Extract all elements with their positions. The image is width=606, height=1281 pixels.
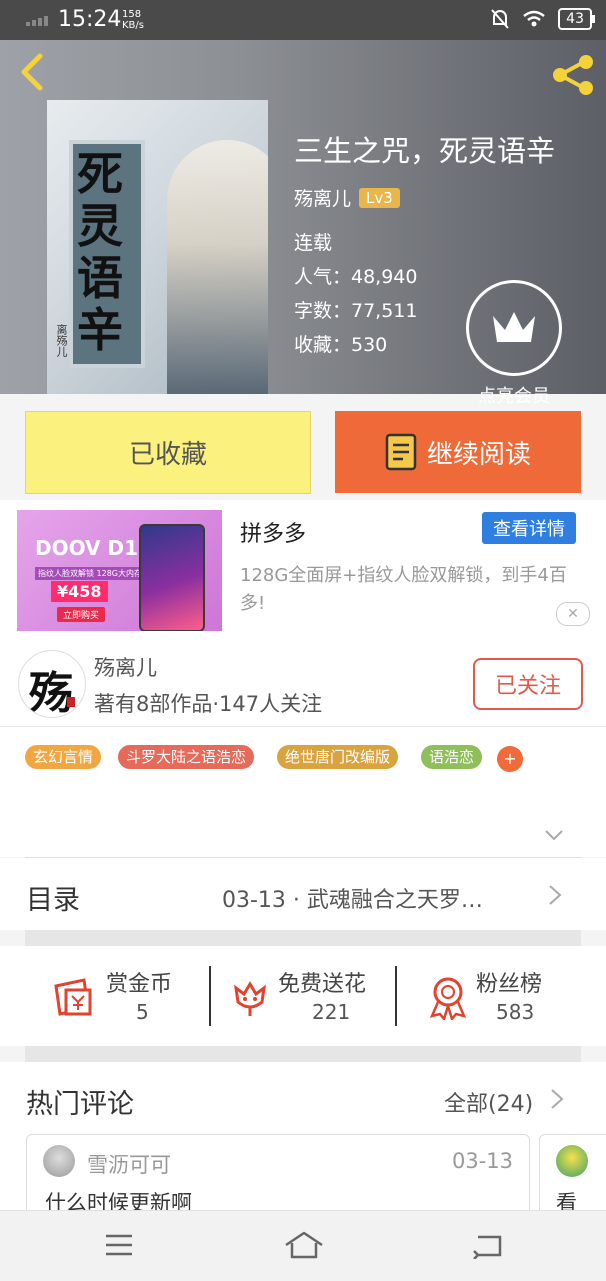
back-nav-icon[interactable] [472,1233,504,1259]
avatar[interactable]: 殇 [18,650,86,718]
rewards-row: 赏金币 5 免费送花 221 粉丝榜 583 [0,946,606,1046]
reward-fans[interactable]: 粉丝榜 583 [428,964,578,1030]
ad-title: 拼多多 [240,522,307,547]
continue-reading-button[interactable]: 继续阅读 [335,411,581,493]
continue-reading-label: 继续阅读 [426,439,531,470]
comment-date: 03-13 [451,1149,513,1173]
battery-indicator: 43 [558,8,595,30]
avatar[interactable] [43,1145,75,1177]
clock: 15:24 [58,7,122,32]
comment-user: 雪沥可可 [87,1153,171,1177]
collected-button[interactable]: 已收藏 [25,411,311,494]
chevron-down-icon[interactable] [544,829,564,841]
tag-item[interactable]: 斗罗大陆之语浩恋 [118,745,255,769]
ad-banner[interactable]: DOOV D1 指纹人脸双解锁 128G大内存 ¥458 立即购买 拼多多 查看… [0,500,606,636]
author-card-name: 殇离儿 [94,656,157,680]
flower-icon [234,981,266,1016]
ad-close-icon[interactable]: ✕ [556,602,590,626]
phone-image [139,524,205,631]
ad-description: 128G全面屏+指纹人脸双解锁，到手4百多! [240,565,567,614]
reward-value: 221 [312,1000,351,1024]
back-icon[interactable] [16,52,46,92]
tag-item[interactable]: 绝世唐门改编版 [277,745,399,769]
menu-icon[interactable] [104,1233,134,1257]
book-popularity: 人气：48,940 [294,266,418,288]
cover-author: 离殇儿 [55,324,68,357]
book-author[interactable]: 殇离儿 Lv3 [294,184,400,211]
reward-flower[interactable]: 免费送花 221 [230,964,390,1030]
system-nav-bar [0,1210,606,1281]
author-name: 殇离儿 [294,188,352,210]
comment-card[interactable]: 雪沥可可 03-13 什么时候更新啊 [26,1134,530,1210]
book-cover[interactable]: 死灵语辛 离殇儿 [47,100,268,394]
view-details-button[interactable]: 查看详情 [482,512,576,544]
vip-button[interactable]: 点亮会员 [466,280,562,408]
status-bar: 15:24 158 KB/s 43 [0,0,606,40]
coin-envelope-icon [54,978,92,1016]
add-tag-button[interactable]: + [497,746,523,772]
tag-item[interactable]: 玄幻言情 [25,745,102,769]
toc-label: 目录 [26,885,80,916]
reward-title: 赏金币 [106,972,173,997]
home-icon[interactable] [284,1231,324,1259]
signal-icon [26,16,48,26]
comments-title: 热门评论 [26,1089,134,1120]
vip-label: 点亮会员 [478,386,550,407]
share-icon[interactable] [550,54,596,96]
all-comments-link[interactable]: 全部(24) [444,1086,533,1118]
tag-item[interactable]: 语浩恋 [421,745,483,769]
reward-coin[interactable]: 赏金币 5 [52,964,192,1030]
reward-title: 粉丝榜 [476,972,543,997]
book-title: 三生之咒，死灵语辛 [294,134,556,168]
comment-text: 看 [556,1191,577,1210]
chevron-right-icon[interactable] [550,1088,564,1110]
comment-text: 什么时候更新啊 [45,1191,192,1210]
medal-icon [429,977,467,1020]
comment-card[interactable]: 看 [539,1134,606,1210]
avatar[interactable] [556,1145,588,1177]
comments-header: 热门评论 全部(24) [0,1062,606,1134]
comment-carousel[interactable]: 雪沥可可 03-13 什么时候更新啊 看 [0,1134,606,1210]
wifi-icon [523,10,545,27]
reward-value: 5 [136,1000,149,1024]
toc-row[interactable]: 目录 03-13 · 武魂融合之天罗… [0,858,606,930]
book-status: 连载 [294,232,333,254]
chevron-right-icon [549,885,562,905]
ad-image[interactable]: DOOV D1 指纹人脸双解锁 128G大内存 ¥458 立即购买 [17,510,222,631]
level-badge: Lv3 [359,187,400,208]
follow-button[interactable]: 已关注 [473,658,583,710]
author-card-stats: 著有8部作品·147人关注 [94,692,323,716]
mute-bell-icon [491,9,509,29]
reward-value: 583 [496,1000,535,1024]
book-favorites: 收藏：530 [294,334,388,356]
reward-title: 免费送花 [278,972,367,997]
book-word-count: 字数：77,511 [294,300,418,322]
author-card[interactable]: 殇 殇离儿 著有8部作品·147人关注 已关注 [0,636,606,727]
tag-list: 玄幻言情 斗罗大陆之语浩恋 绝世唐门改编版 语浩恋 + [0,727,606,857]
latest-chapter: 03-13 · 武魂融合之天罗… [222,888,483,913]
book-icon [385,433,417,471]
crown-icon [493,312,535,342]
cover-title: 死灵语辛 [77,147,123,357]
network-speed: 158 KB/s [122,9,144,31]
